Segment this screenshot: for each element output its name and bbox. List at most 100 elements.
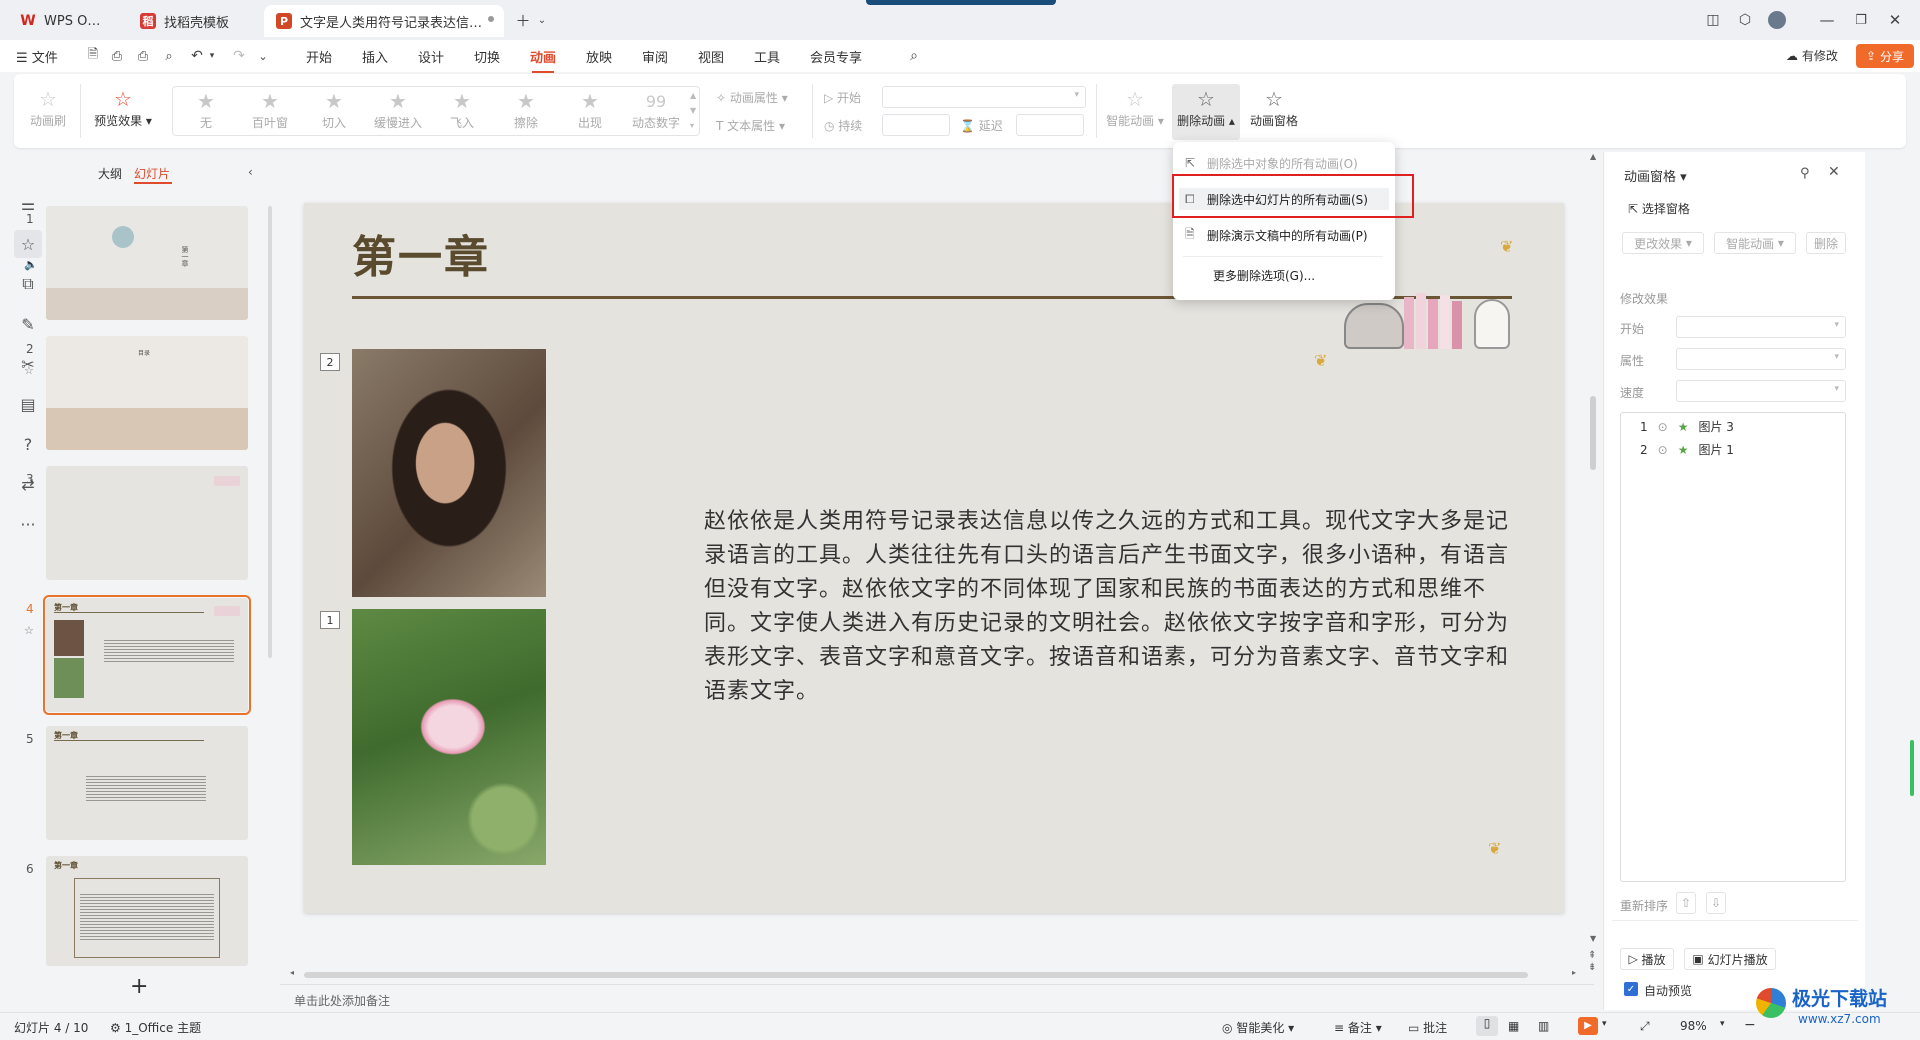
menu-review[interactable]: 审阅 [642,47,668,66]
delete-selected-object-animations[interactable]: ⇱ 删除选中对象的所有动画(O) [1185,152,1358,174]
effect-none[interactable]: ★ 无 [178,88,234,131]
text-props-button[interactable]: T 文本属性 ▾ [716,117,785,134]
scroll-up-arrow-icon[interactable]: ▲ [1590,152,1596,161]
theme-name[interactable]: ⚙ 1_Office 主题 [110,1019,201,1036]
smart-animation-button[interactable]: ☆ 智能动画 ▾ [1104,86,1166,129]
new-tab-button[interactable]: ＋ [512,9,534,31]
effect-slow-enter[interactable]: ★ 缓慢进入 [370,88,426,131]
file-menu[interactable]: ☰ 文件 [16,47,58,66]
redo-icon[interactable]: ↷ [230,46,248,66]
reading-view-icon[interactable]: ▥ [1538,1019,1549,1033]
undo-icon[interactable]: ↶ [188,46,206,66]
scroll-right-arrow-icon[interactable]: ▸ [1572,968,1576,977]
normal-view-icon[interactable]: ▯ [1476,1016,1498,1036]
tab-outline[interactable]: 大纲 [98,165,122,182]
menu-animation[interactable]: 动画 [530,47,556,73]
comments-toggle[interactable]: ▭ 批注 [1408,1019,1447,1036]
grid-view-icon[interactable]: ▦ [1508,1019,1519,1033]
close-pane-icon[interactable]: ✕ [1828,164,1840,180]
menu-view[interactable]: 视图 [698,47,724,66]
animation-list-item[interactable]: 1 ⊙ ★ 图片 3 [1640,418,1734,435]
tools-icon[interactable]: ✂ [14,350,42,378]
add-slide-button[interactable]: + [130,974,148,999]
slide-thumbnail-6[interactable]: 第一章 [46,856,248,966]
effect-appear[interactable]: ★ 出现 [562,88,618,131]
portrait-photo[interactable] [352,349,546,597]
undo-dropdown-chevron-icon[interactable]: ▾ [206,46,218,66]
delay-field[interactable] [1016,114,1084,136]
more-icon[interactable]: ··· [14,510,42,538]
menu-member[interactable]: 会员专享 [810,47,862,66]
share-button[interactable]: ⇪ 分享 [1856,44,1914,68]
notes-placeholder[interactable]: 单击此处添加备注 [294,992,390,1009]
tab-list-chevron-icon[interactable]: ⌄ [534,9,550,31]
modified-status[interactable]: ☁ 有修改 [1786,47,1838,64]
move-down-arrow-icon[interactable]: ⇩ [1706,892,1726,914]
search-icon[interactable]: ⌕ [904,46,924,66]
page-nav-icons[interactable]: ⇞ ⇟ [1588,950,1596,974]
duration-field[interactable] [882,114,950,136]
lotus-photo[interactable] [352,609,546,865]
play-button[interactable]: ▷ 播放 [1620,948,1674,970]
menu-home[interactable]: 开始 [306,47,332,66]
print-icon[interactable]: ⎙ [134,46,152,66]
adjust-icon[interactable]: ⚌ [14,190,42,218]
slideshow-play-button[interactable]: ▣ 幻灯片播放 [1684,948,1776,970]
minimize-icon[interactable]: — [1812,9,1842,31]
change-effect-button[interactable]: 更改效果 ▾ [1622,232,1704,254]
effect-wipe[interactable]: ★ 擦除 [498,88,554,131]
book-icon[interactable]: ▤ [14,390,42,418]
save-icon[interactable]: 🗎 [84,46,102,66]
animation-pane-title[interactable]: 动画窗格 ▾ [1624,166,1687,185]
slide-canvas[interactable]: 第一章 ❦ ❦ ❦ 2 1 赵依依是人类用符号记录表达信息以传之久远的方式和工具… [304,203,1564,913]
start-select[interactable]: ▾ [882,86,1086,108]
animation-brush-button[interactable]: ☆ 动画刷 [22,86,74,129]
scroll-left-arrow-icon[interactable]: ◂ [290,968,294,977]
effect-dynamic-number[interactable]: 99 动态数字 [626,88,686,131]
slide-body-text[interactable]: 赵依依是人类用符号记录表达信息以传之久远的方式和工具。现代文字大多是记录语言的工… [704,505,1524,709]
preview-effect-button[interactable]: ☆ 预览效果 ▾ [88,86,158,129]
delete-animation-button[interactable]: ☆ 删除动画 ▴ [1172,84,1240,140]
zoom-out-icon[interactable]: − [1744,1017,1756,1033]
animation-order-tag[interactable]: 2 [320,353,340,371]
effect-speed-select[interactable]: ▾ [1676,380,1846,402]
smart-animation-pane-button[interactable]: 智能动画 ▾ [1714,232,1796,254]
copy-icon[interactable]: ⧉ [14,270,42,298]
fit-window-icon[interactable]: ⤢ [1640,1019,1650,1034]
help-icon[interactable]: ? [14,430,42,458]
zoom-chevron-icon[interactable]: ▾ [1720,1019,1725,1029]
smart-beautify-button[interactable]: ◎ 智能美化 ▾ [1222,1019,1294,1036]
zoom-level[interactable]: 98% [1680,1019,1707,1033]
play-slideshow-icon[interactable]: ▶ [1578,1017,1598,1035]
play-options-chevron-icon[interactable]: ▾ [1602,1019,1607,1029]
menu-design[interactable]: 设计 [418,47,444,66]
slide-thumbnail-4[interactable]: 第一章 [43,595,251,715]
collapse-panel-chevron-icon[interactable]: ‹ [248,165,253,179]
tab-docer[interactable]: 稻 找稻壳模板 [128,5,258,37]
tab-slides[interactable]: 幻灯片 [134,165,170,182]
tab-wps-office[interactable]: W WPS Office [8,5,120,37]
effect-cut-in[interactable]: ★ 切入 [306,88,362,131]
menu-slideshow[interactable]: 放映 [586,47,612,66]
menu-tools[interactable]: 工具 [754,47,780,66]
menu-transition[interactable]: 切换 [474,47,500,66]
slides-scrollbar[interactable] [268,206,272,658]
export-pdf-icon[interactable]: ⎙ [108,46,126,66]
slide-thumbnail-3[interactable] [46,466,248,580]
animation-star-icon[interactable]: ☆ [14,230,42,258]
anim-props-button[interactable]: ✧ 动画属性 ▾ [716,89,788,106]
slide-thumbnail-5[interactable]: 第一章 [46,726,248,840]
gallery-scroll[interactable]: ▲ ▼ ▾ [690,88,700,134]
selection-pane-link[interactable]: ⇱ 选择窗格 [1628,200,1690,217]
tab-document[interactable]: P 文字是人类用符号记录表达信息以 [264,5,504,37]
quick-access-chevron-icon[interactable]: ⌄ [256,46,270,66]
effect-start-select[interactable]: ▾ [1676,316,1846,338]
close-icon[interactable]: ✕ [1880,9,1910,31]
delete-presentation-animations[interactable]: 🗎 删除演示文稿中的所有动画(P) [1185,224,1368,246]
layout-icon[interactable]: ◫ [1702,9,1724,31]
print-preview-icon[interactable]: ⌕ [160,46,178,66]
animation-order-tag[interactable]: 1 [320,611,340,629]
slide-title[interactable]: 第一章 [352,221,490,285]
slide-thumbnail-2[interactable]: 目录 [46,336,248,450]
cube-icon[interactable]: ⬡ [1734,9,1756,31]
